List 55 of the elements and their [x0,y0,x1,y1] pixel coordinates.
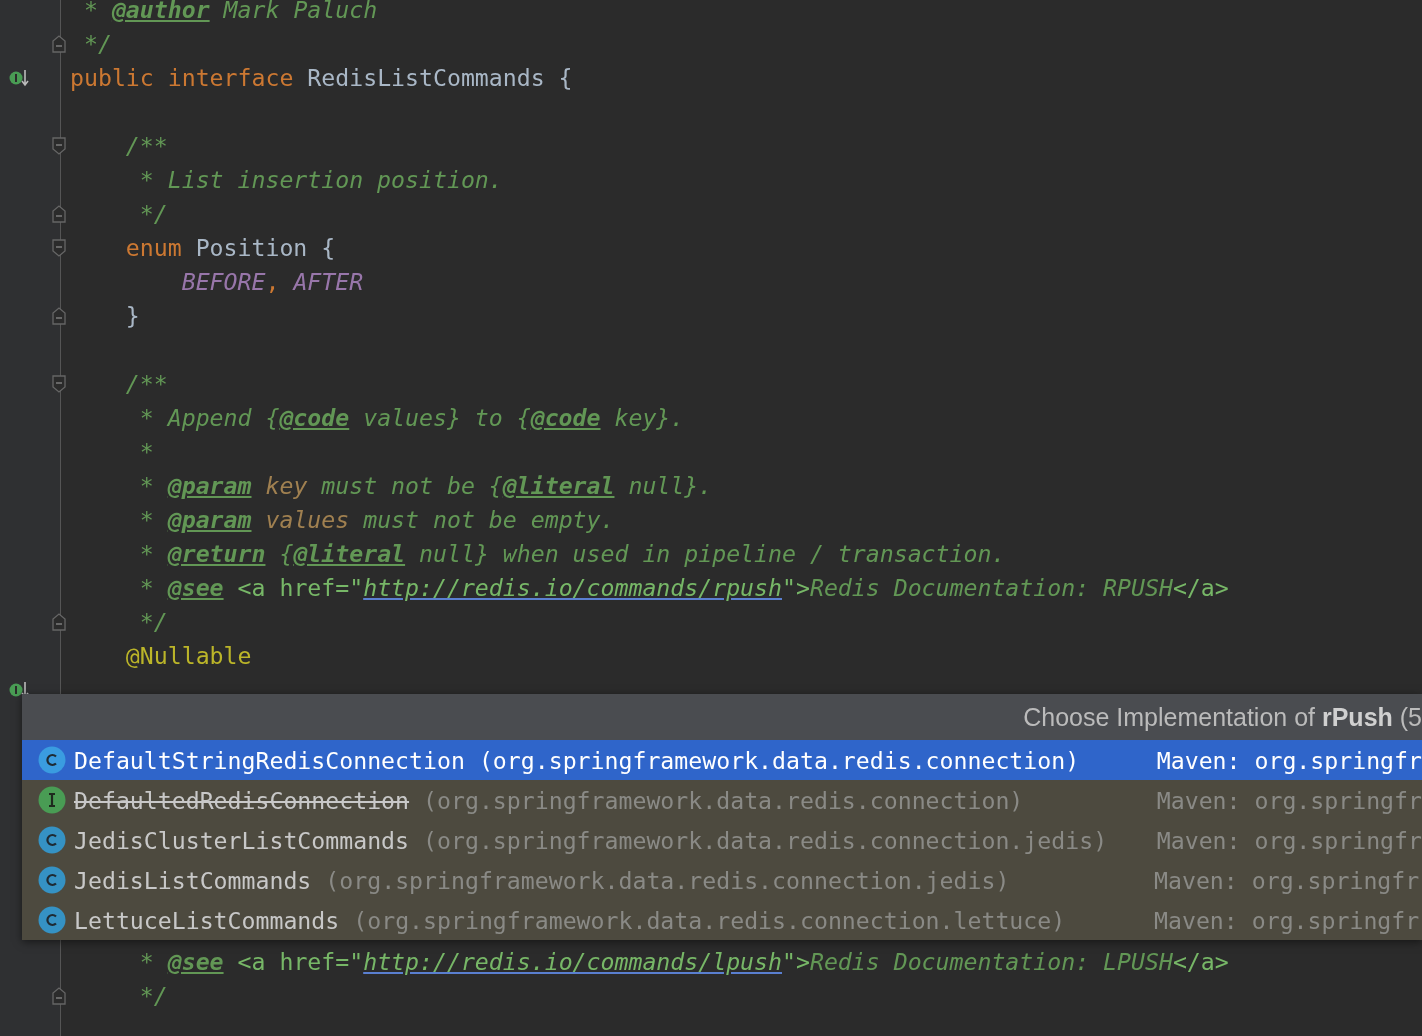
library-name: Maven: org.springfr [1154,866,1421,894]
code-line: @Nullable [124,641,252,671]
class-name: JedisClusterListCommands [74,826,410,854]
code-line: */ [138,199,168,229]
fold-icon[interactable] [52,375,66,393]
code-line: * @return {@literal null} when used in pipeline / transaction. [138,539,1006,569]
class-icon [38,826,66,854]
code-line: * @param key must not be {@literal null}. [138,471,713,501]
class-name: DefaultedRedisConnection [74,786,410,814]
code-line: * [138,437,154,467]
code-line: */ [82,29,112,59]
implementation-row[interactable]: JedisClusterListCommands (org.springframework.data.redis.connection.jedis) Maven: org.springfr [22,820,1422,860]
library-name: Maven: org.springfr [1156,826,1422,854]
code-line: * List insertion position. [138,165,503,195]
fold-icon[interactable] [52,987,66,1005]
code-line: * @see <a href="http://redis.io/commands/rpush">Redis Documentation: RPUSH</a> [138,573,1229,603]
fold-icon[interactable] [52,613,66,631]
package-name: (org.springframework.data.redis.connection.jedis) [423,826,1109,854]
implementation-row[interactable]: LettuceListCommands (org.springframework.data.redis.connection.lettuce) Maven: org.springfr [22,900,1422,940]
code-line: } [124,301,140,331]
code-line: BEFORE, AFTER [180,267,364,297]
package-name: (org.springframework.data.redis.connection.jedis) [325,866,1011,894]
interface-icon [38,786,66,814]
code-line: /** [124,131,168,161]
fold-icon[interactable] [52,307,66,325]
code-line: * @see <a href="http://redis.io/commands/lpush">Redis Documentation: LPUSH</a> [138,947,1229,977]
fold-icon[interactable] [52,239,66,257]
code-line: * Append {@code values} to {@code key}. [138,403,685,433]
code-line: */ [138,981,168,1011]
code-line: enum Position { [124,233,336,263]
library-name: Maven: org.springfr [1154,906,1421,934]
code-line: */ [138,607,168,637]
fold-icon[interactable] [52,205,66,223]
class-name: LettuceListCommands [74,906,340,934]
class-icon [38,746,66,774]
library-name: Maven: org.springfr [1156,786,1422,814]
package-name: (org.springframework.data.redis.connection.lettuce) [353,906,1067,934]
class-name: JedisListCommands [74,866,312,894]
class-icon [38,906,66,934]
code-line: public interface RedisListCommands { [70,63,573,93]
implementation-row[interactable]: DefaultStringRedisConnection (org.springframework.data.redis.connection) Maven: org.springfr [22,740,1422,780]
library-name: Maven: org.springfr [1156,746,1422,774]
fold-icon[interactable] [52,35,66,53]
package-name: (org.springframework.data.redis.connection) [423,786,1025,814]
package-name: (org.springframework.data.redis.connection) [478,746,1081,774]
implementation-row[interactable]: JedisListCommands (org.springframework.data.redis.connection.jedis) Maven: org.springfr [22,860,1422,900]
implemented-icon[interactable] [8,67,30,89]
code-line: /** [124,369,168,399]
implementation-row[interactable]: DefaultedRedisConnection (org.springframework.data.redis.connection) Maven: org.springfr [22,780,1422,820]
class-icon [38,866,66,894]
popup-title: Choose Implementation of rPush (5 [22,694,1422,740]
fold-icon[interactable] [52,137,66,155]
class-name: DefaultStringRedisConnection [74,746,465,774]
code-line: * @author Mark Paluch [82,0,378,25]
code-line: * @param values must not be empty. [138,505,615,535]
